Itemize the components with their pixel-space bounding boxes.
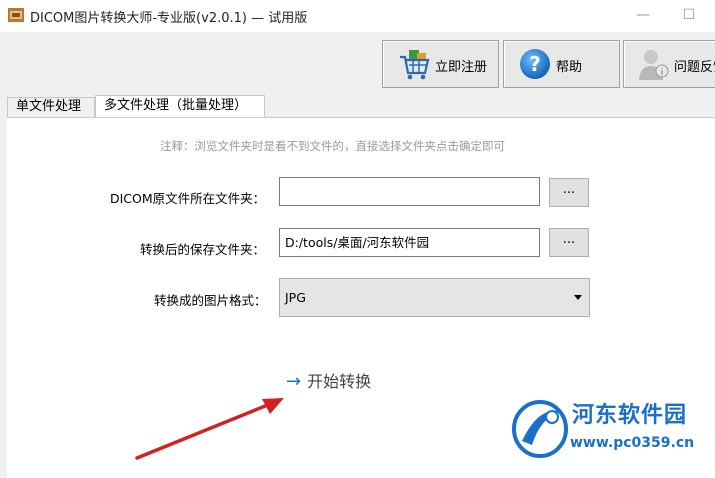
register-button[interactable]: 立即注册 <box>382 40 499 88</box>
save-folder-label: 转换后的保存文件夹： <box>140 242 266 257</box>
window-title: DICOM图片转换大师-专业版(v2.0.1) — 试用版 <box>30 11 308 26</box>
user-icon: i <box>639 50 669 80</box>
watermark-url: www.pc0359.cn <box>570 435 695 451</box>
format-label: 转换成的图片格式： <box>154 293 267 308</box>
title-bar: DICOM图片转换大师-专业版(v2.0.1) — 试用版 — ☐ <box>0 0 715 32</box>
feedback-button[interactable]: i 问题反馈 <box>623 40 715 88</box>
register-label: 立即注册 <box>435 60 488 75</box>
source-folder-input[interactable] <box>279 177 540 206</box>
shopping-cart-icon <box>400 50 430 80</box>
svg-text:i: i <box>661 68 664 78</box>
start-convert-link[interactable]: → 开始转换 <box>286 368 371 392</box>
save-folder-input[interactable]: D:/tools/桌面/河东软件园 <box>279 228 540 257</box>
app-icon <box>8 8 24 22</box>
source-browse-button[interactable]: ... <box>549 178 589 207</box>
start-convert-label: 开始转换 <box>307 372 372 391</box>
tab-batch-file[interactable]: 多文件处理（批量处理） <box>95 95 265 118</box>
watermark-name: 河东软件园 <box>572 403 688 428</box>
help-button[interactable]: ? 帮助 <box>503 40 620 88</box>
source-folder-label: DICOM原文件所在文件夹： <box>110 191 266 206</box>
save-browse-button[interactable]: ... <box>549 228 589 257</box>
watermark-logo-icon <box>512 400 568 458</box>
arrow-right-icon: → <box>286 371 302 392</box>
help-label: 帮助 <box>556 60 583 75</box>
minimize-button[interactable]: — <box>620 0 666 30</box>
help-glyph: ? <box>529 52 541 76</box>
format-select[interactable]: JPG <box>279 278 590 317</box>
maximize-button[interactable]: ☐ <box>666 0 712 30</box>
help-icon: ? <box>520 49 550 79</box>
note-text: 注释：浏览文件夹时是看不到文件的，直接选择文件夹点击确定即可 <box>160 139 505 153</box>
feedback-label: 问题反馈 <box>674 60 715 75</box>
tab-single-file[interactable]: 单文件处理 <box>7 97 95 117</box>
format-value: JPG <box>285 290 306 305</box>
watermark: 河东软件园 www.pc0359.cn <box>510 395 715 468</box>
dropdown-arrow-icon <box>574 295 582 300</box>
